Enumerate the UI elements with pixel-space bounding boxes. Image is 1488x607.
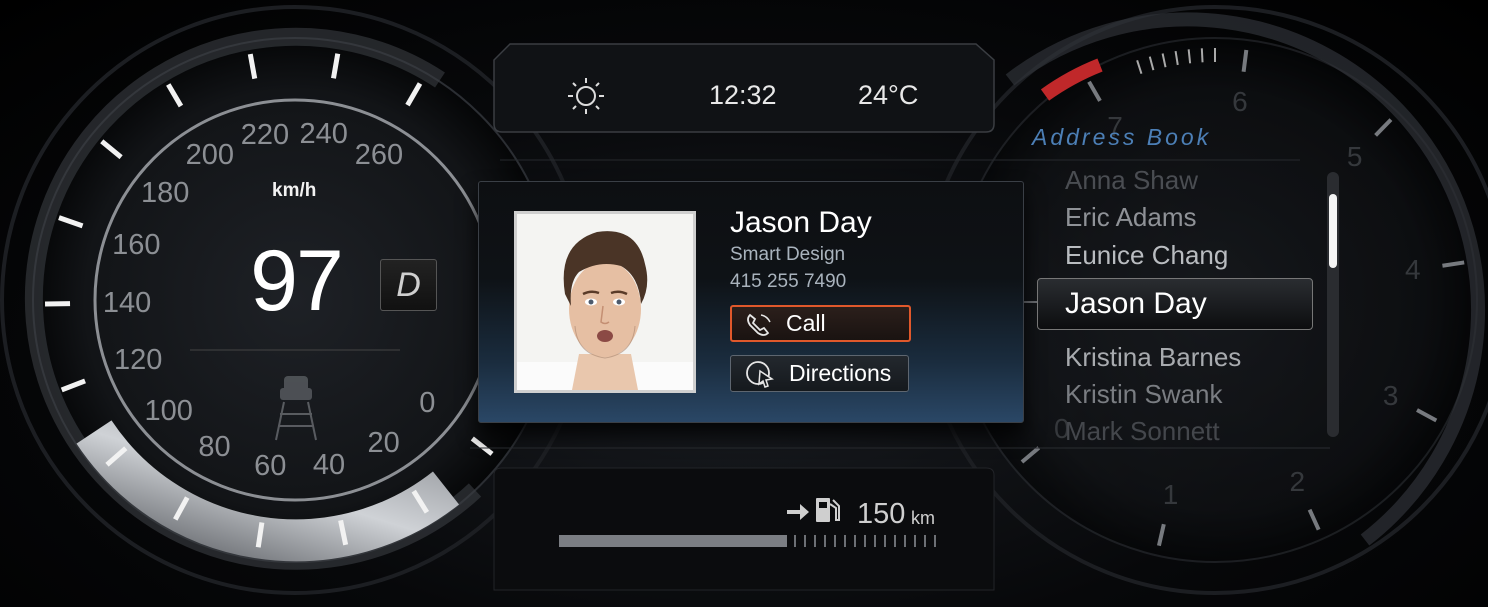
speed-readout: 97 [250, 233, 344, 329]
tach-minor-tick [1200, 48, 1204, 63]
speed-tick-label: 100 [144, 394, 193, 427]
address-book-item[interactable]: Mark Sonnett [1065, 416, 1220, 447]
directions-icon [731, 360, 789, 388]
address-book-item[interactable]: Eunice Chang [1065, 240, 1228, 271]
weather-icon [566, 76, 606, 116]
address-book-item[interactable]: Anna Shaw [1065, 165, 1198, 196]
speed-tick-label: 0 [419, 387, 436, 420]
tach-tick-label: 2 [1289, 466, 1306, 498]
speed-tick-label: 260 [354, 138, 404, 171]
contact-card: Jason Day Smart Design 415 255 7490 Call… [478, 181, 1024, 423]
selected-contact-label: Jason Day [1065, 287, 1207, 320]
speed-tick-label: 80 [198, 431, 231, 464]
tach-tick-label: 4 [1404, 254, 1421, 286]
speed-tick-label: 120 [114, 344, 163, 377]
phone-icon [732, 311, 786, 337]
speed-tick-label: 40 [312, 448, 346, 481]
speed-tick-label: 180 [140, 177, 190, 210]
speed-unit: km/h [272, 180, 317, 201]
tach-tick [1241, 49, 1249, 73]
tach-tick-label: 1 [1162, 478, 1179, 510]
fuel-bar-fill [559, 535, 787, 547]
address-book-item[interactable]: Kristin Swank [1065, 379, 1223, 410]
temperature: 24°C [858, 80, 919, 110]
range-unit: km [911, 508, 935, 528]
speed-tick-label: 20 [367, 426, 400, 459]
range-value: 150 [857, 498, 906, 530]
speed-tick-label: 140 [102, 286, 152, 319]
call-button[interactable]: Call [730, 305, 911, 342]
contact-avatar [517, 214, 693, 390]
fuel-bar-ticks [794, 535, 936, 547]
gear-indicator: D [380, 259, 437, 311]
instrument-cluster: 0 20 40 60 80 100 120 140 160 180 200 220 240 260 012… [0, 0, 1488, 607]
address-book-item[interactable]: Eric Adams [1065, 202, 1197, 233]
fuel-pump-icon [816, 498, 840, 522]
contact-photo [514, 211, 696, 393]
contact-company: Smart Design [730, 244, 846, 265]
speed-tick-label: 240 [299, 118, 348, 151]
directions-button-label: Directions [789, 360, 892, 386]
clock: 12:32 [709, 80, 777, 110]
sun-icon [568, 78, 604, 114]
tach-tick-label: 6 [1232, 85, 1248, 117]
address-book-item-selected[interactable]: Jason Day [1037, 278, 1313, 330]
address-book-scrollbar[interactable] [1327, 172, 1339, 437]
range-panel-frame [493, 467, 995, 591]
call-button-label: Call [786, 310, 826, 336]
address-book-title: Address Book [1032, 124, 1212, 150]
scrollbar-thumb[interactable] [1329, 194, 1337, 268]
phone-handset-icon [747, 313, 771, 336]
speed-tick-label: 200 [185, 139, 235, 172]
directions-button[interactable]: Directions [730, 355, 909, 392]
speed-tick-label: 220 [240, 118, 290, 151]
address-book-item[interactable]: Kristina Barnes [1065, 342, 1241, 373]
tach-tick-label: 5 [1346, 140, 1363, 172]
contact-name: Jason Day [730, 206, 872, 239]
tach-tick-label: 3 [1382, 379, 1399, 411]
speed-tick-label: 60 [254, 450, 287, 483]
contact-phone: 415 255 7490 [730, 271, 847, 292]
navigation-pointer-icon [746, 360, 774, 388]
speed-tick-label: 160 [112, 228, 161, 261]
